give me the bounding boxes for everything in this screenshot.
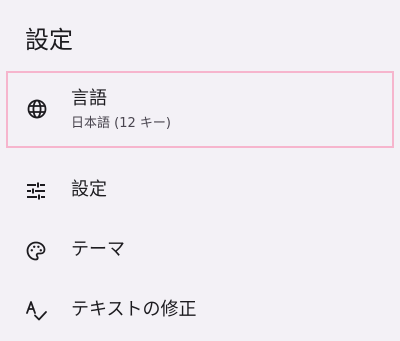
tune-sliders-icon <box>24 179 48 203</box>
settings-item-sublabel: 日本語 (12 キー) <box>71 116 171 131</box>
palette-icon <box>24 239 48 263</box>
settings-list: 言語 日本語 (12 キー) 設定 テーマ テキストの修正 <box>0 71 400 341</box>
settings-item-label: テキストの修正 <box>71 299 197 320</box>
page-title: 設定 <box>25 26 73 54</box>
settings-item-label: 設定 <box>71 179 107 200</box>
settings-item-label: テーマ <box>71 239 125 260</box>
settings-item-text-correction[interactable]: テキストの修正 <box>0 281 400 341</box>
settings-item-theme[interactable]: テーマ <box>0 221 400 281</box>
globe-icon <box>25 97 49 121</box>
settings-item-settings[interactable]: 設定 <box>0 161 400 221</box>
spellcheck-icon <box>24 299 48 323</box>
settings-item-language[interactable]: 言語 日本語 (12 キー) <box>6 71 394 148</box>
settings-item-label: 言語 <box>71 88 107 109</box>
